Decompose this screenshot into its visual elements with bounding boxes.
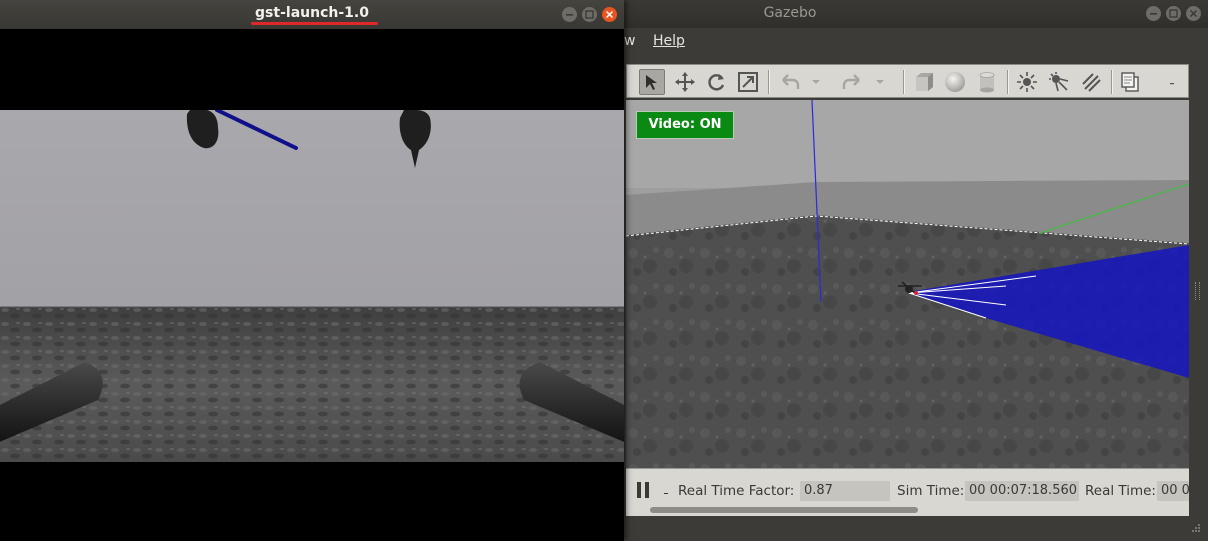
close-button[interactable] [1186,6,1201,21]
box-icon [916,73,933,91]
redo-history-button[interactable] [873,69,887,95]
real-time-label: Real Time: [1085,483,1156,499]
point-light-button[interactable] [1014,69,1040,95]
pause-icon [637,482,641,498]
minimize-button[interactable] [1146,6,1161,21]
undo-history-button[interactable] [809,69,823,95]
sim-time-label: Sim Time: [897,483,965,499]
translate-icon [675,72,695,92]
spot-light-icon [1049,72,1069,92]
toolbar-separator [1007,70,1009,94]
minimize-icon [566,14,573,16]
maximize-icon [1169,9,1178,18]
rotate-icon [708,74,725,91]
minimize-icon [1150,13,1157,15]
cylinder-icon [979,72,995,93]
undo-dropdown-icon [812,80,820,84]
toolbar-separator [903,70,905,94]
toolbar-separator [768,70,770,94]
close-icon [1189,9,1198,18]
redo-icon [842,74,860,89]
select-icon [646,75,657,90]
horizontal-scrollbar[interactable] [650,507,918,513]
maximize-icon [585,10,594,19]
redo-button[interactable] [839,69,865,95]
real-time-field: 00 0 [1157,481,1189,501]
gazebo-toolbar [626,64,1189,98]
sphere-icon [945,72,965,92]
more-icon [1170,83,1174,85]
gst-window-title: gst-launch-1.0 [255,5,369,21]
directional-light-button[interactable] [1078,69,1104,95]
translate-mode-button[interactable] [672,69,698,95]
copy-button[interactable] [1117,69,1143,95]
gst-close-button[interactable] [602,7,617,22]
close-icon [605,10,614,19]
gazebo-3d-viewport[interactable]: Video: ON [626,100,1189,468]
sim-time-field: 00 00:07:18.560 [965,481,1079,501]
insert-box-button[interactable] [911,69,937,95]
copy-icon [1121,72,1139,92]
gst-maximize-button[interactable] [582,7,597,22]
point-light-icon [1017,72,1037,92]
pause-button[interactable] [635,482,653,500]
directional-light-icon [1082,73,1101,92]
camera-feed-render [0,110,624,462]
side-panel-handle[interactable] [1195,282,1200,300]
real-time-factor-label: Real Time Factor: [678,483,795,499]
undo-icon [782,74,800,89]
spot-light-button[interactable] [1046,69,1072,95]
menu-view[interactable]: w [624,33,635,49]
rotate-mode-button[interactable] [703,69,729,95]
scale-icon [738,72,758,92]
undo-button[interactable] [777,69,803,95]
camera-video-frame [0,110,624,462]
menu-help[interactable]: Help [653,33,685,49]
gst-titlebar: gst-launch-1.0 [0,0,624,29]
video-status-badge[interactable]: Video: ON [636,111,734,139]
gst-launch-window: gst-launch-1.0 [0,0,624,541]
title-underline-annotation [251,22,378,25]
gst-minimize-button[interactable] [562,7,577,22]
toolbar-separator [1111,70,1113,94]
real-time-factor-field: 0.87 [800,481,890,501]
gazebo-time-panel: Real Time Factor: 0.87 Sim Time: 00 00:0… [626,468,1189,516]
insert-sphere-button[interactable] [942,69,968,95]
toolbar-overflow-button[interactable] [1163,69,1181,95]
insert-cylinder-button[interactable] [974,69,1000,95]
redo-dropdown-icon [876,80,884,84]
step-indicator [664,493,668,494]
resize-grip-icon[interactable] [1189,522,1201,534]
maximize-button[interactable] [1166,6,1181,21]
scale-mode-button[interactable] [735,69,761,95]
select-mode-button[interactable] [639,69,665,95]
scene-render [626,100,1189,468]
